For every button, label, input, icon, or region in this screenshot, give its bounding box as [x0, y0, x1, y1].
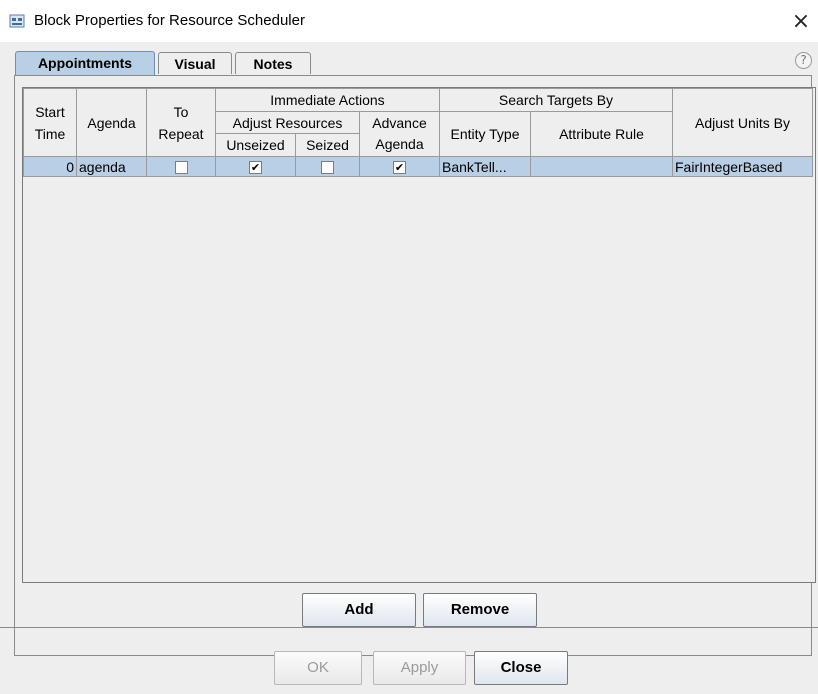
app-icon — [9, 14, 25, 28]
add-button[interactable]: Add — [302, 593, 416, 627]
header-search-targets-by: Search Targets By — [439, 88, 673, 112]
header-seized[interactable]: Seized — [295, 133, 360, 157]
cell-to-repeat[interactable] — [146, 156, 216, 177]
header-adjust-units-by[interactable]: Adjust Units By — [672, 88, 813, 157]
window-title: Block Properties for Resource Scheduler — [34, 12, 305, 29]
header-start-time[interactable]: Start Time — [23, 88, 77, 157]
header-to-repeat[interactable]: To Repeat — [146, 88, 216, 157]
header-adjust-resources: Adjust Resources — [215, 111, 360, 134]
title-bar: Block Properties for Resource Scheduler … — [0, 0, 818, 42]
cell-start-time[interactable]: 0 — [23, 156, 77, 177]
cell-attribute-rule[interactable] — [530, 156, 673, 177]
cell-adjust-units-by[interactable]: FairIntegerBased — [672, 156, 813, 177]
cell-seized[interactable] — [295, 156, 360, 177]
help-icon[interactable]: ? — [795, 52, 812, 69]
tab-notes[interactable]: Notes — [235, 52, 311, 74]
unseized-checkbox[interactable]: ✔ — [249, 161, 262, 175]
header-immediate-actions: Immediate Actions — [215, 88, 440, 112]
appointments-table[interactable]: Start Time Agenda To Repeat Immediate Ac… — [22, 87, 816, 583]
cell-entity-type[interactable]: BankTell... — [439, 156, 531, 177]
cell-unseized[interactable]: ✔ — [215, 156, 296, 177]
table-row[interactable]: 0 agenda ✔ ✔ BankTell... FairIntegerBase… — [23, 156, 813, 177]
header-unseized[interactable]: Unseized — [215, 133, 296, 157]
cell-agenda[interactable]: agenda — [76, 156, 147, 177]
ok-button[interactable]: OK — [274, 651, 362, 685]
header-attribute-rule[interactable]: Attribute Rule — [530, 111, 673, 157]
tab-visual[interactable]: Visual — [158, 52, 232, 74]
seized-checkbox[interactable] — [321, 161, 334, 175]
tab-appointments[interactable]: Appointments — [15, 51, 155, 75]
apply-button[interactable]: Apply — [373, 651, 466, 685]
to-repeat-checkbox[interactable] — [174, 161, 188, 175]
remove-button[interactable]: Remove — [423, 593, 537, 627]
header-advance-agenda[interactable]: Advance Agenda — [359, 111, 440, 157]
close-window-icon[interactable]: × — [784, 6, 818, 38]
dialog-body: Appointments Visual Notes ? Start Time A… — [0, 42, 818, 694]
header-agenda[interactable]: Agenda — [76, 88, 147, 157]
advance-agenda-checkbox[interactable]: ✔ — [393, 161, 406, 175]
close-button[interactable]: Close — [474, 651, 568, 685]
button-separator — [0, 627, 818, 628]
header-entity-type[interactable]: Entity Type — [439, 111, 531, 157]
cell-advance-agenda[interactable]: ✔ — [359, 156, 440, 177]
